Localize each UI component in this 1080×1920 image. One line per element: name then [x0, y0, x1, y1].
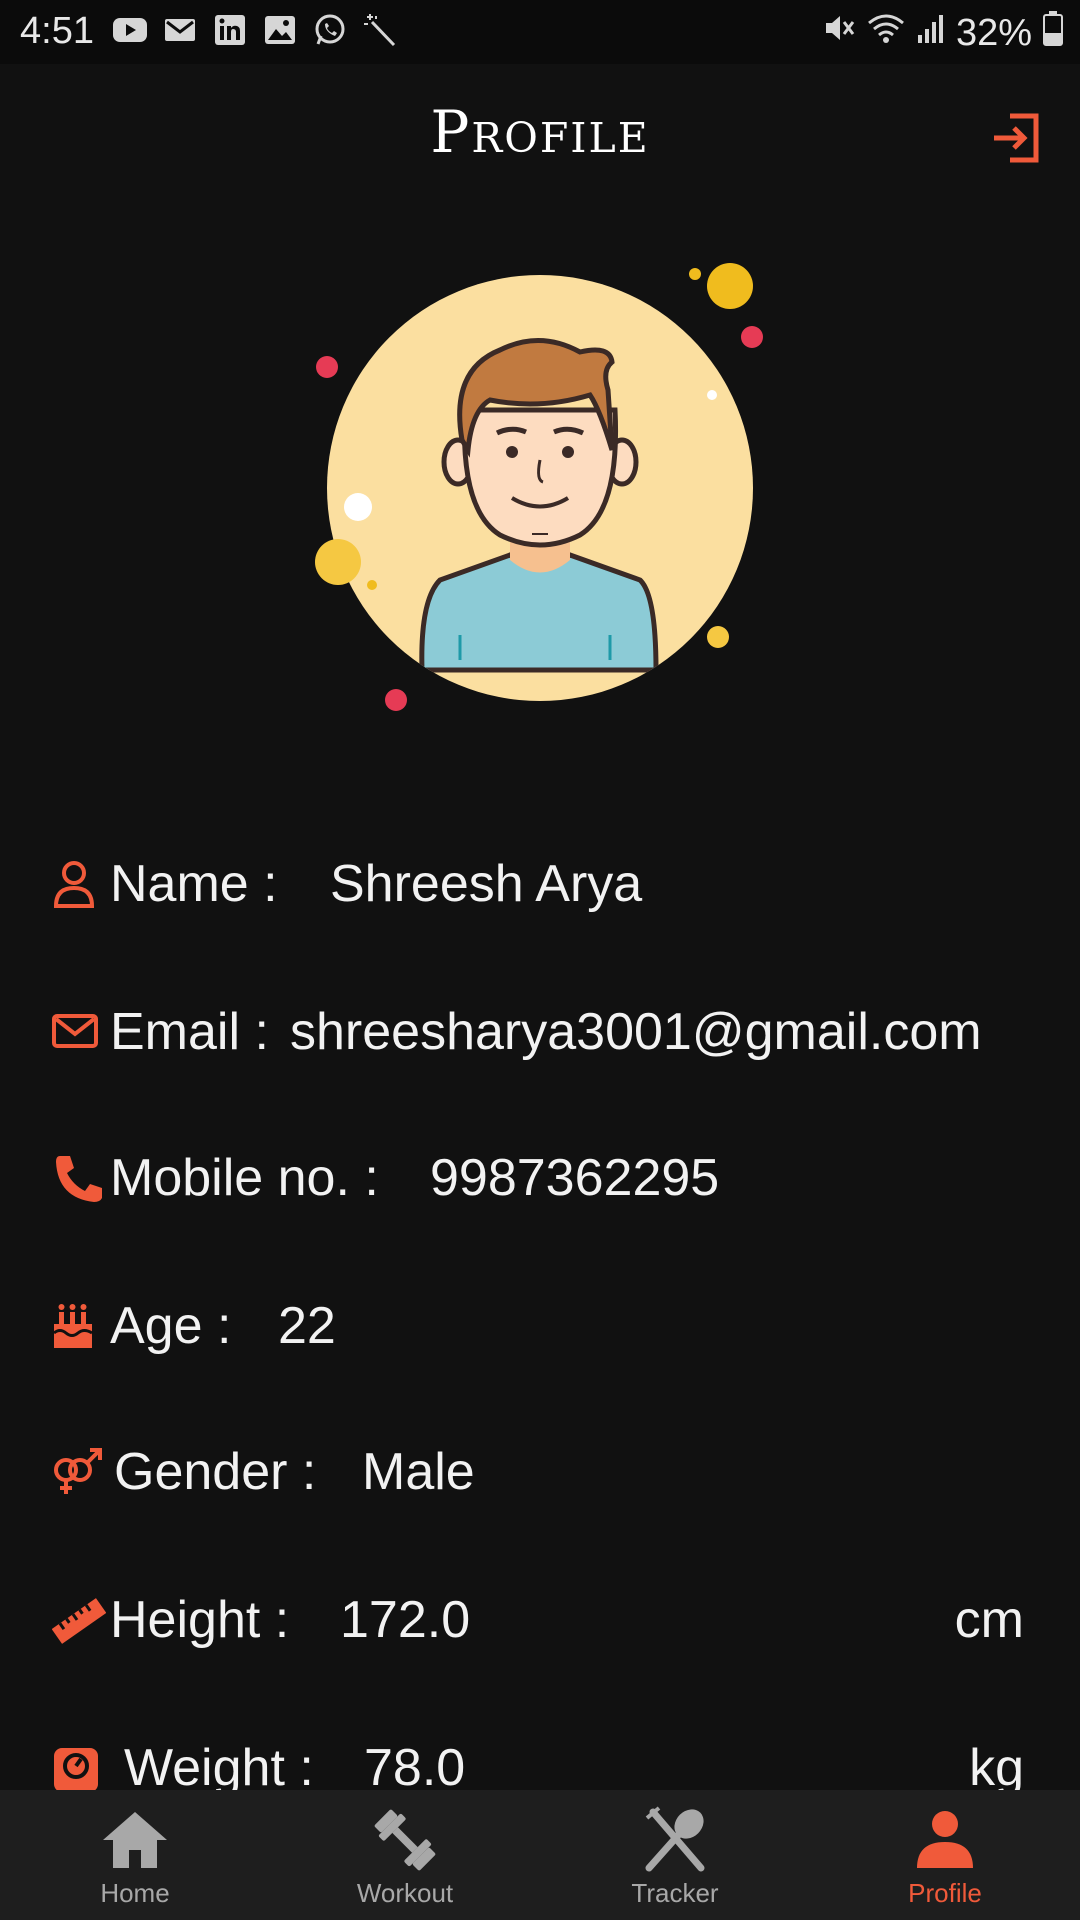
weight-unit: kg [969, 1739, 1024, 1797]
nav-item-home[interactable]: Home [0, 1790, 270, 1920]
profile-row-email: Email : shreesharya3001@gmail.com [52, 996, 1032, 1076]
mobile-value: 9987362295 [430, 1149, 720, 1207]
phone-icon [56, 1156, 102, 1202]
birthday-cake-icon [53, 1304, 93, 1348]
height-label: Height : [110, 1591, 290, 1649]
gallery-icon [262, 12, 298, 48]
user-icon [53, 861, 95, 908]
height-unit: cm [954, 1591, 1024, 1649]
age-value: 22 [278, 1297, 336, 1355]
whatsapp-icon [312, 12, 348, 48]
nav-item-workout[interactable]: Workout [270, 1790, 540, 1920]
nav-label-home: Home [100, 1878, 170, 1908]
age-label: Age : [110, 1297, 232, 1355]
mail-icon [52, 1014, 98, 1048]
person-icon [917, 1811, 973, 1868]
magic-wand-icon [362, 12, 398, 48]
profile-row-mobile: Mobile no. : 9987362295 [52, 1142, 1032, 1222]
name-value: Shreesh Arya [330, 855, 643, 913]
signal-icon [916, 12, 946, 55]
height-value: 172.0 [340, 1591, 471, 1649]
avatar [300, 250, 780, 730]
gender-icon [54, 1448, 102, 1494]
weight-label: Weight : [124, 1739, 314, 1797]
home-icon [103, 1812, 167, 1868]
status-bar: 4:51 32% [0, 0, 1080, 64]
logout-button[interactable] [990, 112, 1042, 164]
profile-row-age: Age : 22 [52, 1290, 1032, 1370]
profile-row-name: Name : Shreesh Arya [52, 848, 1032, 928]
nav-item-tracker[interactable]: Tracker [540, 1790, 810, 1920]
fork-spoon-icon [645, 1806, 705, 1872]
profile-row-height: Height : 172.0 cm [52, 1584, 1032, 1664]
nav-label-workout: Workout [356, 1878, 454, 1908]
mobile-label: Mobile no. : [110, 1149, 379, 1207]
dumbbell-icon [374, 1809, 436, 1871]
weight-value: 78.0 [364, 1739, 466, 1797]
mute-icon [822, 11, 856, 55]
battery-icon [1042, 10, 1064, 56]
email-label: Email : [110, 1003, 269, 1061]
weighing-scale-icon [54, 1748, 98, 1792]
linkedin-icon [212, 12, 248, 48]
notification-icons [112, 12, 398, 48]
bottom-navigation: Home Workout Tracker Profile [0, 1790, 1080, 1920]
gmail-icon [162, 12, 198, 48]
nav-item-profile[interactable]: Profile [810, 1790, 1080, 1920]
youtube-icon [112, 12, 148, 48]
name-label: Name : [110, 855, 278, 913]
gender-value: Male [362, 1443, 475, 1501]
status-right: 32% [822, 10, 1064, 56]
page-title: Profile [430, 98, 650, 166]
nav-label-profile: Profile [908, 1878, 982, 1908]
profile-row-gender: Gender : Male [52, 1436, 1032, 1516]
status-time: 4:51 [20, 10, 94, 52]
battery-percent: 32% [955, 11, 1032, 54]
email-value: shreesharya3001@gmail.com [290, 1003, 982, 1061]
ruler-icon [52, 1598, 106, 1644]
gender-label: Gender : [114, 1443, 317, 1501]
wifi-icon [866, 11, 906, 55]
nav-label-tracker: Tracker [631, 1878, 719, 1908]
logout-icon [994, 113, 1039, 163]
